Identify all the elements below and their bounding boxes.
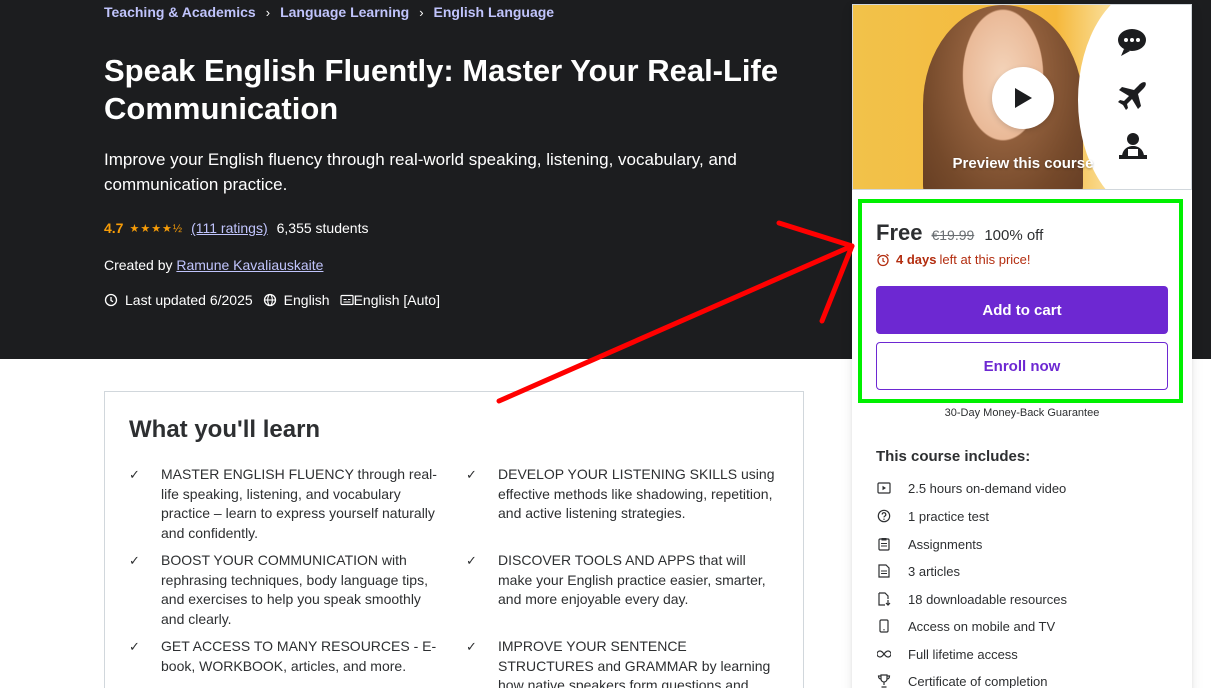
video-icon [876,480,892,496]
learn-title: What you'll learn [129,416,321,443]
download-file-icon [876,591,892,607]
original-price: €19.99 [931,227,975,243]
include-item-label: 18 downloadable resources [908,591,1067,607]
include-item: Full lifetime access [876,646,1018,662]
course-subtitle: Improve your English fluency through rea… [104,150,737,194]
mobile-icon [876,618,892,634]
alert-clock-icon [104,293,118,307]
include-item-label: Certificate of completion [908,673,1048,688]
preview-label: Preview this course [952,155,1094,172]
learn-item: ✓ BOOST YOUR COMMUNICATION with rephrasi… [129,551,446,629]
what-youll-learn: What you'll learn ✓ MASTER ENGLISH FLUEN… [104,391,804,688]
captions-icon [339,294,354,306]
course-language: English [263,292,330,308]
learn-item: ✓ IMPROVE YOUR SENTENCE STRUCTURES and G… [466,637,783,688]
alarm-clock-icon [877,253,889,266]
include-item: 2.5 hours on-demand video [876,480,1066,496]
created-by: Created by Ramune Kavaliauskaite [104,257,323,273]
add-to-cart-button[interactable]: Add to cart [876,286,1168,334]
star-rating-icon: ★★★★½ [129,222,184,235]
chevron-right-icon: › [419,4,424,20]
globe-icon [263,293,276,307]
airplane-icon [1116,79,1150,121]
language-text: English [283,292,330,308]
captions-text: English [Auto] [353,292,440,308]
play-icon [1015,88,1032,108]
check-icon: ✓ [129,553,140,568]
question-icon [876,508,892,524]
course-preview[interactable]: Preview this course [852,4,1192,190]
timer-text: left at this price! [939,252,1031,267]
includes-title: This course includes: [876,448,1031,465]
learn-item: ✓ MASTER ENGLISH FLUENCY through real-li… [129,465,446,543]
include-item-label: Full lifetime access [908,646,1018,662]
last-updated: Last updated 6/2025 [104,292,253,308]
include-item: Assignments [876,536,982,552]
include-item: Certificate of completion [876,673,1047,688]
include-item-label: Assignments [908,536,983,552]
current-price: Free [876,220,923,245]
learn-item-text: GET ACCESS TO MANY RESOURCES - E-book, W… [161,638,437,674]
learn-item-text: BOOST YOUR COMMUNICATION with rephrasing… [161,552,428,627]
include-item: 18 downloadable resources [876,591,1067,607]
learn-item-text: MASTER ENGLISH FLUENCY through real-life… [161,466,437,541]
learn-item-text: IMPROVE YOUR SENTENCE STRUCTURES and GRA… [498,638,771,688]
enroll-now-button[interactable]: Enroll now [876,342,1168,390]
clipboard-icon [876,536,892,552]
price-row: Free €19.99 100% off [876,220,1043,246]
students-count: 6,355 students [276,220,369,236]
chevron-right-icon: › [265,4,271,20]
infinity-icon [876,646,892,662]
include-item-label: Access on mobile and TV [908,618,1056,634]
learn-item: ✓ GET ACCESS TO MANY RESOURCES - E-book,… [129,637,446,676]
last-updated-text: Last updated 6/2025 [125,292,253,308]
chat-bubbles-icon [1116,27,1150,67]
learn-item: ✓ DISCOVER TOOLS AND APPS that will make… [466,551,783,610]
created-by-label: Created by [104,257,173,273]
play-preview-button[interactable] [992,67,1054,129]
check-icon: ✓ [129,467,140,482]
purchase-sidebar: Preview this course Free €19.99 100% off… [852,4,1192,688]
breadcrumb-link-english[interactable]: English Language [434,4,555,20]
learn-item-text: DISCOVER TOOLS AND APPS that will make y… [498,552,766,607]
ratings-count-link[interactable]: (111 ratings) [191,220,268,236]
breadcrumb-link-language-learning[interactable]: Language Learning [280,4,409,20]
check-icon: ✓ [466,467,477,482]
learn-item-text: DEVELOP YOUR LISTENING SKILLS using effe… [498,466,775,521]
author-link[interactable]: Ramune Kavaliauskaite [176,257,323,273]
trophy-icon [876,673,892,688]
rating-value: 4.7 [104,220,124,236]
check-icon: ✓ [466,553,477,568]
course-meta: Last updated 6/2025 English English [Aut… [104,292,450,308]
include-item: Access on mobile and TV [876,618,1055,634]
article-icon [876,563,892,579]
check-icon: ✓ [129,639,140,654]
discount-percent: 100% off [984,227,1044,244]
check-icon: ✓ [466,639,477,654]
timer-days: 4 days [896,252,937,267]
breadcrumb-link-teaching[interactable]: Teaching & Academics [104,4,256,20]
rating-row: 4.7 ★★★★½ (111 ratings) 6,355 students [104,220,368,236]
include-item-label: 2.5 hours on-demand video [908,480,1067,496]
include-item-label: 1 practice test [908,508,989,524]
breadcrumb: Teaching & Academics › Language Learning… [104,4,554,20]
include-item-label: 3 articles [908,563,961,579]
discount-timer: 4 days left at this price! [876,252,1031,267]
course-captions: English [Auto] [339,292,440,308]
include-item: 3 articles [876,563,960,579]
include-item: 1 practice test [876,508,989,524]
course-title: Speak English Fluently: Master Your Real… [104,53,779,126]
money-back-guarantee: 30-Day Money-Back Guarantee [944,407,1100,419]
learn-item: ✓ DEVELOP YOUR LISTENING SKILLS using ef… [466,465,783,524]
